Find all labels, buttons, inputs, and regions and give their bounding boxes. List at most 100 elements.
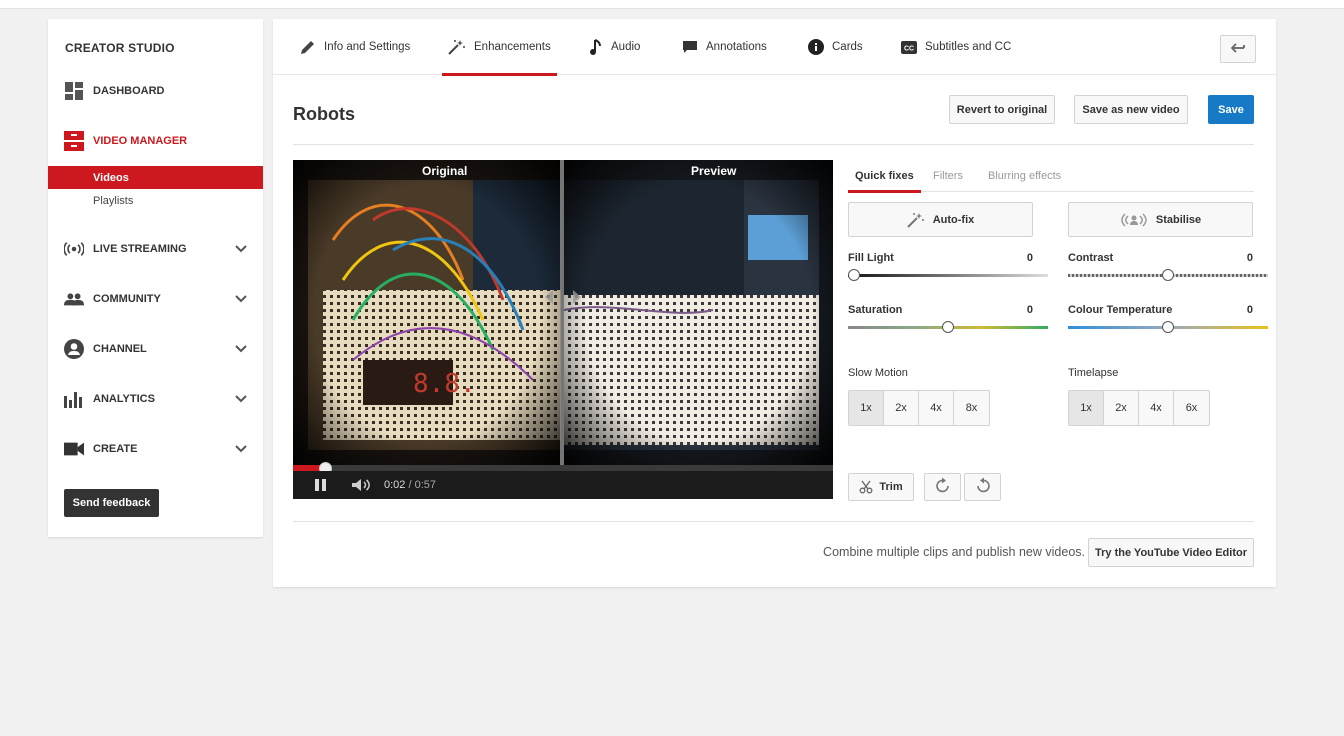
preview-label: Preview bbox=[691, 164, 737, 178]
chevron-down-icon[interactable] bbox=[235, 293, 247, 307]
speech-bubble-icon bbox=[682, 40, 698, 54]
sidebar-subitem-videos[interactable]: Videos bbox=[48, 166, 263, 189]
magic-wand-icon bbox=[448, 39, 466, 55]
sidebar-item-create[interactable]: CREATE bbox=[48, 435, 263, 463]
tab-label: Audio bbox=[611, 41, 641, 53]
auto-fix-button[interactable]: Auto-fix bbox=[848, 202, 1033, 237]
pause-icon[interactable] bbox=[314, 478, 328, 495]
back-arrow-icon bbox=[1230, 42, 1245, 56]
timelapse-selector: 1x 2x 4x 6x bbox=[1068, 390, 1210, 426]
enhancement-tabs: Quick fixes Filters Blurring effects bbox=[848, 160, 1254, 193]
try-video-editor-button[interactable]: Try the YouTube Video Editor bbox=[1088, 538, 1254, 567]
split-divider[interactable] bbox=[560, 160, 564, 465]
rotate-left-icon bbox=[974, 477, 992, 498]
player-controls: 0:02 / 0:57 bbox=[293, 471, 833, 499]
tab-label: Subtitles and CC bbox=[925, 41, 1012, 53]
stabilise-label: Stabilise bbox=[1155, 213, 1202, 226]
video-title: Robots bbox=[293, 104, 355, 124]
saturation-label: Saturation bbox=[848, 304, 903, 316]
revert-to-original-button[interactable]: Revert to original bbox=[949, 95, 1055, 124]
fill-light-slider[interactable] bbox=[848, 269, 1048, 281]
tab-subtitles-and-cc[interactable]: CC Subtitles and CC bbox=[901, 19, 1011, 75]
sidebar-item-community[interactable]: COMMUNITY bbox=[48, 285, 263, 313]
chevron-down-icon[interactable] bbox=[235, 243, 247, 257]
tab-audio[interactable]: Audio bbox=[589, 19, 640, 75]
slider-knob[interactable] bbox=[848, 269, 860, 281]
tab-blurring-effects[interactable]: Blurring effects bbox=[988, 160, 1061, 192]
rotate-right-button[interactable] bbox=[924, 473, 961, 501]
sidebar-item-label: VIDEO MANAGER bbox=[93, 135, 188, 147]
create-icon bbox=[64, 439, 84, 459]
divider bbox=[293, 144, 1254, 145]
slow-motion-option[interactable]: 1x bbox=[849, 391, 884, 425]
chevron-down-icon[interactable] bbox=[235, 343, 247, 357]
timelapse-option[interactable]: 1x bbox=[1069, 391, 1104, 425]
colour-temperature-slider[interactable] bbox=[1068, 321, 1268, 333]
editor-tabs: Info and Settings Enhancements Audio Ann… bbox=[273, 19, 1276, 76]
tab-info-and-settings[interactable]: Info and Settings bbox=[300, 19, 410, 75]
sidebar-item-video-manager[interactable]: VIDEO MANAGER bbox=[48, 127, 263, 155]
sidebar-item-channel[interactable]: CHANNEL bbox=[48, 335, 263, 363]
timelapse-option[interactable]: 6x bbox=[1174, 391, 1209, 425]
sidebar-subitem-playlists[interactable]: Playlists bbox=[48, 189, 263, 212]
tab-quick-fixes[interactable]: Quick fixes bbox=[848, 160, 921, 193]
scissors-icon bbox=[859, 480, 873, 494]
slow-motion-option[interactable]: 4x bbox=[919, 391, 954, 425]
slider-knob[interactable] bbox=[942, 321, 954, 333]
main-panel: Info and Settings Enhancements Audio Ann… bbox=[273, 19, 1276, 587]
chevron-down-icon[interactable] bbox=[235, 393, 247, 407]
sidebar-item-live-streaming[interactable]: LIVE STREAMING bbox=[48, 235, 263, 263]
time-display: 0:02 / 0:57 bbox=[384, 479, 436, 491]
channel-icon bbox=[64, 339, 84, 359]
slider-knob[interactable] bbox=[1162, 269, 1174, 281]
cc-icon: CC bbox=[901, 40, 917, 54]
sidebar: CREATOR STUDIO DASHBOARD VIDEO MANAGER V… bbox=[48, 19, 263, 537]
timelapse-label: Timelapse bbox=[1068, 367, 1119, 379]
video-player[interactable]: 8.8. Original Preview bbox=[293, 160, 833, 499]
tab-filters[interactable]: Filters bbox=[933, 160, 963, 192]
sidebar-item-dashboard[interactable]: DASHBOARD bbox=[48, 77, 263, 105]
timelapse-option[interactable]: 4x bbox=[1139, 391, 1174, 425]
sidebar-item-label: COMMUNITY bbox=[93, 293, 161, 305]
top-bar bbox=[0, 0, 1344, 9]
slider-knob[interactable] bbox=[1162, 321, 1174, 333]
save-as-new-video-button[interactable]: Save as new video bbox=[1074, 95, 1188, 124]
sidebar-item-label: DASHBOARD bbox=[93, 85, 165, 97]
colour-temperature-label: Colour Temperature bbox=[1068, 304, 1173, 316]
fill-light-label: Fill Light bbox=[848, 252, 894, 264]
stabilise-icon bbox=[1120, 212, 1148, 228]
trim-button[interactable]: Trim bbox=[848, 473, 914, 501]
saturation-slider[interactable] bbox=[848, 321, 1048, 333]
tab-label: Annotations bbox=[706, 41, 767, 53]
timelapse-option[interactable]: 2x bbox=[1104, 391, 1139, 425]
send-feedback-button[interactable]: Send feedback bbox=[64, 489, 159, 517]
video-editor-promo-text: Combine multiple clips and publish new v… bbox=[823, 545, 1085, 559]
volume-icon[interactable] bbox=[351, 478, 371, 495]
back-button[interactable] bbox=[1220, 35, 1256, 63]
tab-enhancements[interactable]: Enhancements bbox=[442, 19, 557, 76]
auto-fix-label: Auto-fix bbox=[932, 213, 975, 226]
stabilise-button[interactable]: Stabilise bbox=[1068, 202, 1253, 237]
slow-motion-label: Slow Motion bbox=[848, 367, 908, 379]
tab-cards[interactable]: Cards bbox=[808, 19, 863, 75]
sidebar-item-label: CHANNEL bbox=[93, 343, 147, 355]
tab-label: Cards bbox=[832, 41, 863, 53]
magic-wand-icon bbox=[907, 212, 925, 228]
save-button[interactable]: Save bbox=[1208, 95, 1254, 124]
slow-motion-option[interactable]: 2x bbox=[884, 391, 919, 425]
chevron-down-icon[interactable] bbox=[235, 443, 247, 457]
tab-annotations[interactable]: Annotations bbox=[682, 19, 767, 75]
contrast-slider[interactable] bbox=[1068, 269, 1268, 281]
rotate-left-button[interactable] bbox=[964, 473, 1001, 501]
live-streaming-icon bbox=[64, 239, 84, 259]
music-note-icon bbox=[589, 38, 603, 56]
slow-motion-option[interactable]: 8x bbox=[954, 391, 989, 425]
divider bbox=[293, 521, 1254, 522]
slider-track bbox=[848, 274, 1048, 277]
contrast-label: Contrast bbox=[1068, 252, 1114, 264]
sidebar-item-analytics[interactable]: ANALYTICS bbox=[48, 385, 263, 413]
current-time: 0:02 bbox=[384, 479, 406, 491]
original-label: Original bbox=[422, 164, 468, 178]
pencil-icon bbox=[300, 39, 316, 55]
sidebar-item-label: CREATE bbox=[93, 443, 138, 455]
